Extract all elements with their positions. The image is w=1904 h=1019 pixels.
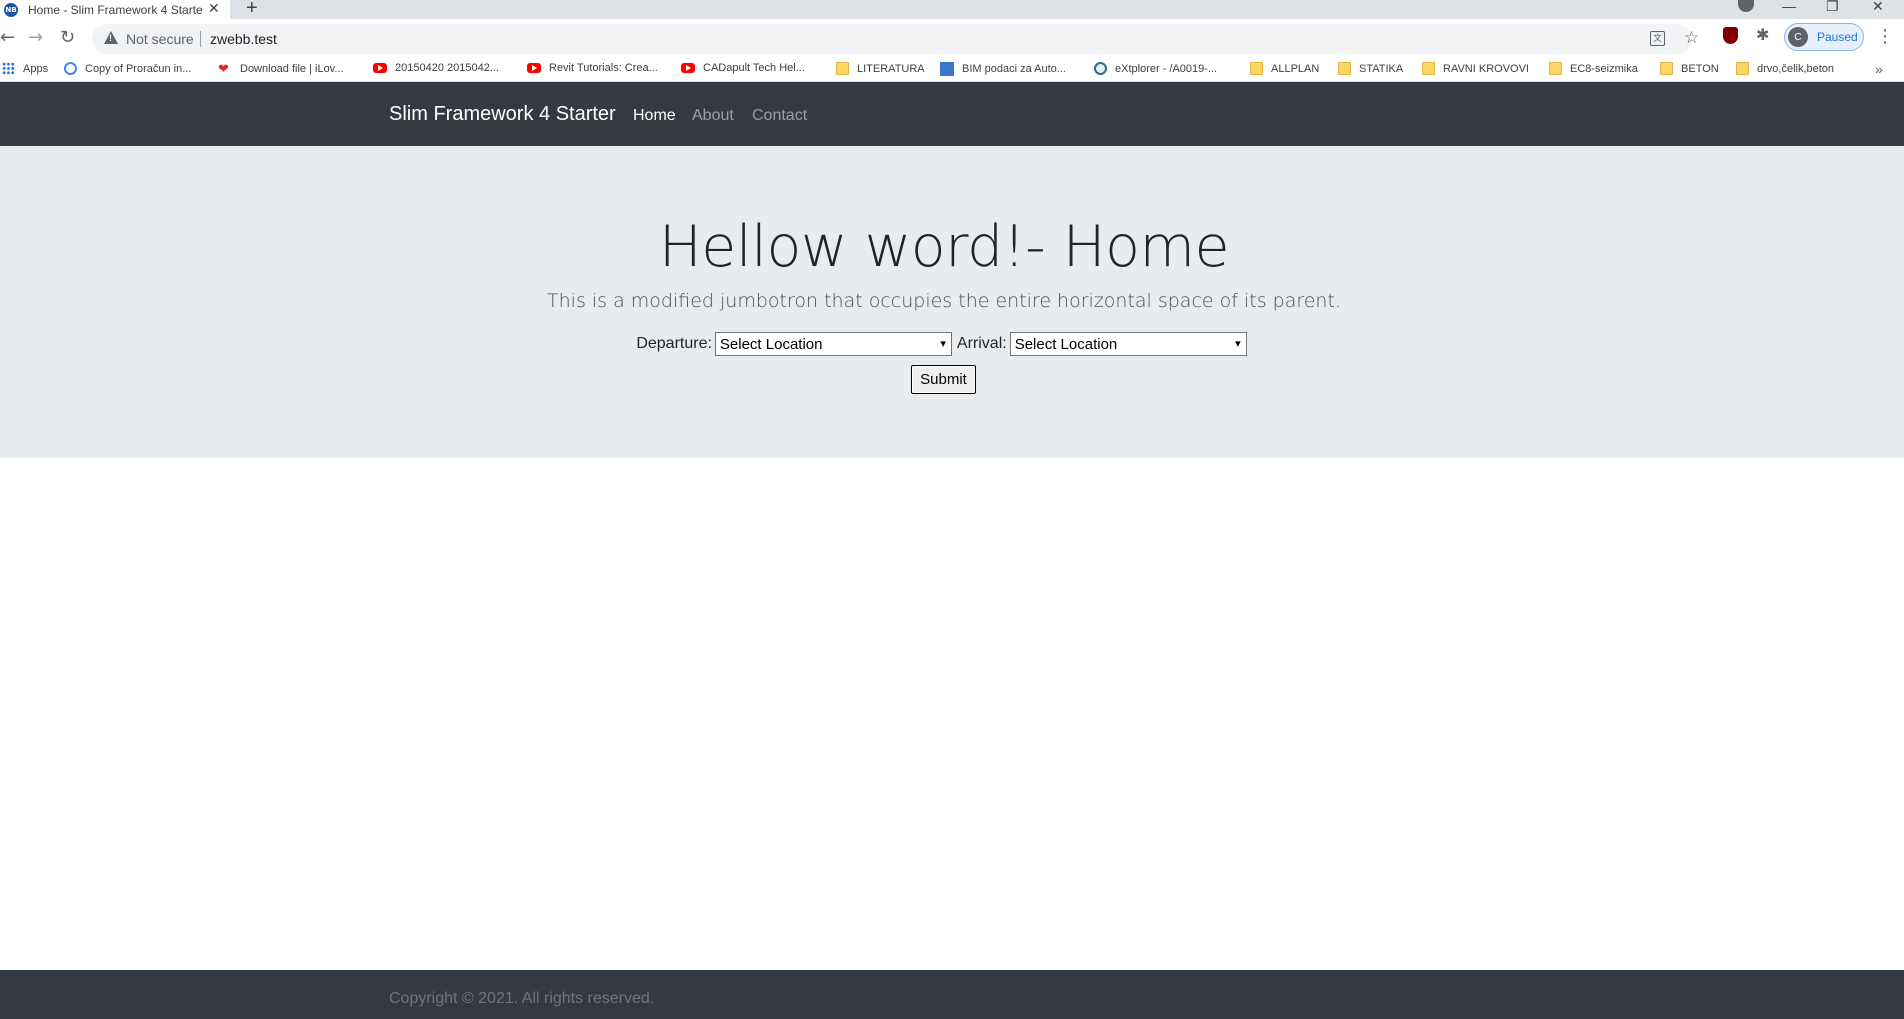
arrival-label: Arrival:: [956, 335, 1007, 352]
copyright-text: Copyright © 2021. All rights reserved.: [389, 990, 655, 1007]
bookmark-label: 20150420 2015042...: [395, 62, 499, 74]
page-title: Hellow word!- Home: [658, 214, 1230, 280]
security-label[interactable]: Not secure: [126, 31, 194, 47]
folder-icon: [1549, 62, 1562, 75]
bookmark-label: eXtplorer - /A0019-...: [1115, 62, 1218, 75]
tab-strip: NB Home - Slim Framework 4 Starter ✕ + —…: [0, 0, 1904, 19]
browser-menu-icon[interactable]: ⋮: [1876, 27, 1894, 45]
bookmark-item[interactable]: ❤ Download file | iLov...: [218, 62, 344, 75]
folder-icon: [1736, 62, 1749, 75]
youtube-icon: [373, 63, 387, 73]
more-bookmarks-icon[interactable]: »: [1875, 61, 1883, 77]
tab-close-icon[interactable]: ✕: [208, 0, 220, 16]
departure-label: Departure:: [636, 335, 712, 352]
translate-icon[interactable]: 文: [1650, 31, 1665, 46]
bookmark-label: drvo,čelik,beton: [1757, 62, 1835, 75]
bookmark-folder[interactable]: STATIKA: [1338, 62, 1403, 75]
submit-button[interactable]: Submit: [911, 365, 976, 394]
chevron-down-icon: ▾: [1235, 337, 1241, 350]
reload-button[interactable]: ↻: [60, 28, 75, 48]
folder-icon: [1422, 62, 1435, 75]
bookmark-item[interactable]: 20150420 2015042...: [373, 62, 499, 74]
jumbotron: Hellow word!- Home This is a modified ju…: [0, 146, 1904, 458]
bookmark-label: Copy of Proračun in...: [85, 62, 192, 75]
bookmark-folder[interactable]: RAVNI KROVOVI: [1422, 62, 1529, 75]
fingerprint-icon: [64, 62, 77, 75]
arrival-selected-value: Select Location: [1014, 335, 1118, 353]
address-divider: [200, 31, 201, 47]
bookmark-label: CADapult Tech Hel...: [703, 62, 805, 74]
bookmark-item[interactable]: Copy of Proračun in...: [64, 62, 191, 75]
arrival-select[interactable]: Select Location ▾: [1009, 332, 1247, 356]
warning-icon[interactable]: [104, 31, 118, 44]
restore-button[interactable]: ❐: [1826, 0, 1839, 15]
globe-icon: [1094, 62, 1107, 75]
bookmark-folder[interactable]: drvo,čelik,beton: [1736, 62, 1834, 75]
folder-icon: [1250, 62, 1263, 75]
bookmark-label: Download file | iLov...: [240, 62, 344, 75]
ublock-extension-icon[interactable]: [1723, 27, 1738, 44]
bookmark-label: Apps: [23, 62, 49, 75]
folder-icon: [1660, 62, 1673, 75]
heart-icon: ❤: [218, 61, 229, 76]
navbar-brand[interactable]: Slim Framework 4 Starter: [389, 103, 616, 126]
bookmark-star-icon[interactable]: ☆: [1684, 28, 1699, 48]
bookmark-label: ALLPLAN: [1271, 62, 1320, 75]
departure-selected-value: Select Location: [719, 335, 823, 353]
back-button[interactable]: ←: [0, 28, 15, 48]
profile-button[interactable]: C Paused: [1784, 23, 1864, 51]
bookmark-folder[interactable]: EC8-seizmika: [1549, 62, 1638, 75]
new-tab-button[interactable]: +: [246, 0, 258, 18]
active-tab[interactable]: NB Home - Slim Framework 4 Starter ✕: [0, 0, 230, 19]
route-form: Departure: Select Location ▾ Arrival: Se…: [0, 332, 1888, 356]
site-favicon-icon: NB: [4, 2, 18, 17]
bookmark-label: STATIKA: [1359, 62, 1404, 75]
avatar: C: [1788, 27, 1808, 47]
site-navbar: Slim Framework 4 Starter Home About Cont…: [0, 82, 1904, 146]
bookmark-label: BIM podaci za Auto...: [962, 63, 1066, 75]
youtube-icon: [681, 63, 695, 73]
minimize-button[interactable]: —: [1782, 0, 1796, 14]
bookmark-folder[interactable]: ALLPLAN: [1250, 62, 1319, 75]
bookmark-item[interactable]: Revit Tutorials: Crea...: [527, 62, 658, 74]
tab-search-icon[interactable]: [1738, 0, 1754, 12]
lead-text: This is a modified jumbotron that occupi…: [547, 290, 1341, 312]
tab-title: Home - Slim Framework 4 Starter: [28, 2, 203, 17]
bim-icon: [940, 62, 954, 76]
close-window-button[interactable]: ✕: [1872, 0, 1884, 15]
nav-link-about[interactable]: About: [692, 107, 734, 125]
bookmark-apps[interactable]: Apps: [2, 62, 48, 75]
bookmarks-bar: Apps Copy of Proračun in... ❤ Download f…: [0, 59, 1904, 82]
nav-link-home[interactable]: Home: [633, 107, 676, 125]
folder-icon: [1338, 62, 1351, 75]
bookmark-label: EC8-seizmika: [1570, 62, 1638, 75]
bookmark-label: Revit Tutorials: Crea...: [549, 62, 658, 74]
bookmark-label: RAVNI KROVOVI: [1443, 62, 1529, 75]
extensions-puzzle-icon[interactable]: ✱: [1756, 25, 1769, 45]
url-text[interactable]: zwebb.test: [210, 31, 277, 47]
bookmark-folder[interactable]: LITERATURA: [836, 62, 925, 75]
bookmark-folder[interactable]: BETON: [1660, 62, 1719, 75]
site-footer: Copyright © 2021. All rights reserved.: [0, 970, 1904, 1019]
bookmark-item[interactable]: BIM podaci za Auto...: [940, 62, 1066, 76]
profile-status: Paused: [1817, 30, 1858, 44]
chevron-down-icon: ▾: [940, 337, 946, 350]
departure-select[interactable]: Select Location ▾: [714, 332, 952, 356]
youtube-icon: [527, 63, 541, 73]
forward-button[interactable]: →: [28, 28, 43, 48]
address-bar[interactable]: Not secure zwebb.test 文 ☆: [92, 24, 1699, 54]
bookmark-label: BETON: [1681, 62, 1719, 75]
nav-link-contact[interactable]: Contact: [752, 107, 807, 125]
folder-icon: [836, 62, 849, 75]
bookmark-item[interactable]: CADapult Tech Hel...: [681, 62, 805, 74]
browser-toolbar: ← → ↻ Not secure zwebb.test 文 ☆ ✱ C Paus…: [0, 19, 1904, 59]
bookmark-label: LITERATURA: [857, 62, 925, 75]
bookmark-item[interactable]: eXtplorer - /A0019-...: [1094, 62, 1217, 75]
apps-grid-icon: [2, 62, 15, 75]
